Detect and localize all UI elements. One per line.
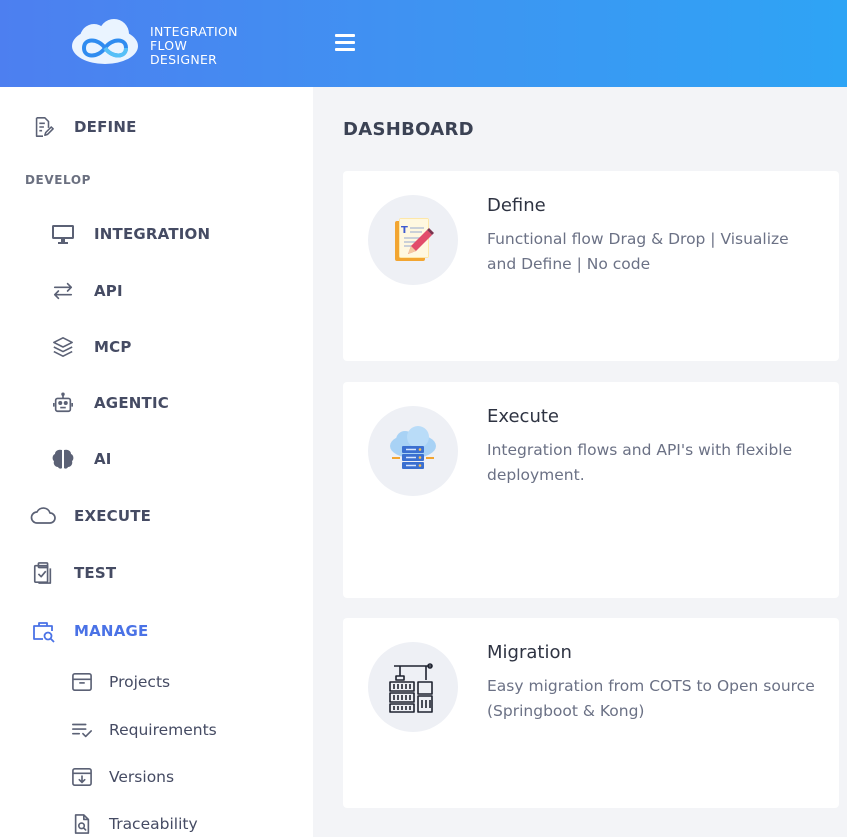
sidebar: DEFINE DEVELOP INTEGRATION API MCP AGENT… xyxy=(0,87,313,837)
sidebar-item-label: EXECUTE xyxy=(74,507,152,525)
section-heading-develop: DEVELOP xyxy=(25,173,92,187)
sidebar-item-label: MCP xyxy=(94,338,132,356)
main-content: DASHBOARD T Define Functional flow Drag … xyxy=(313,87,847,837)
svg-text:T: T xyxy=(401,225,408,236)
sidebar-subitem-label: Projects xyxy=(109,673,171,691)
brand-name: INTEGRATION FLOW DESIGNER xyxy=(150,25,238,67)
brand-line-2: FLOW xyxy=(150,38,188,53)
menu-toggle-icon[interactable] xyxy=(335,34,355,51)
dashboard-card-execute[interactable]: Execute Integration flows and API's with… xyxy=(343,382,839,598)
sidebar-item-mcp[interactable]: MCP xyxy=(50,334,132,360)
card-icon-circle: T xyxy=(368,195,458,285)
brand-line-3: DESIGNER xyxy=(150,52,218,67)
card-title: Execute xyxy=(487,406,559,427)
infinity-cloud-logo-icon[interactable] xyxy=(70,18,140,68)
notepad-pen-icon: T xyxy=(395,218,434,261)
card-icon-circle xyxy=(368,406,458,496)
archive-download-icon xyxy=(70,765,94,789)
arrows-exchange-icon xyxy=(50,278,76,304)
sidebar-item-label: MANAGE xyxy=(74,622,149,640)
card-description: Functional flow Drag & Drop | Visualize … xyxy=(487,230,789,273)
document-edit-icon xyxy=(30,114,56,140)
sidebar-item-define[interactable]: DEFINE xyxy=(30,114,137,140)
sidebar-item-label: AGENTIC xyxy=(94,394,169,412)
sidebar-item-agentic[interactable]: AGENTIC xyxy=(50,390,169,416)
sidebar-subitem-versions[interactable]: Versions xyxy=(70,765,174,789)
dashboard-card-migration[interactable]: Migration Easy migration from COTS to Op… xyxy=(343,618,839,808)
sidebar-item-execute[interactable]: EXECUTE xyxy=(30,503,151,529)
sidebar-item-integration[interactable]: INTEGRATION xyxy=(50,221,210,247)
robot-icon xyxy=(50,390,76,416)
sidebar-subitem-label: Versions xyxy=(109,768,175,786)
sidebar-item-manage[interactable]: MANAGE xyxy=(30,618,148,644)
sidebar-item-label: AI xyxy=(94,450,112,468)
clipboard-check-icon xyxy=(30,560,56,586)
page-title: DASHBOARD xyxy=(343,119,474,140)
card-title: Define xyxy=(487,195,546,216)
archive-box-icon xyxy=(70,670,94,694)
monitor-icon xyxy=(50,221,76,247)
sidebar-item-test[interactable]: TEST xyxy=(30,560,116,586)
list-check-icon xyxy=(70,718,94,742)
top-bar: INTEGRATION FLOW DESIGNER xyxy=(0,0,847,87)
sidebar-item-api[interactable]: API xyxy=(50,278,123,304)
sidebar-subitem-projects[interactable]: Projects xyxy=(70,670,170,694)
sidebar-subitem-traceability[interactable]: Traceability xyxy=(70,812,198,836)
briefcase-search-icon xyxy=(30,618,56,644)
card-title: Migration xyxy=(487,642,572,663)
sidebar-item-label: API xyxy=(94,282,123,300)
sidebar-subitem-label: Requirements xyxy=(109,721,217,739)
dashboard-card-define[interactable]: T Define Functional flow Drag & Drop | V… xyxy=(343,171,839,361)
sidebar-subitem-requirements[interactable]: Requirements xyxy=(70,718,217,742)
sidebar-item-label: TEST xyxy=(74,564,117,582)
cloud-icon xyxy=(30,503,56,529)
brand-line-1: INTEGRATION xyxy=(150,24,238,39)
brain-icon xyxy=(50,446,76,472)
sidebar-item-label: INTEGRATION xyxy=(94,225,211,243)
file-search-icon xyxy=(70,812,94,836)
card-description: Integration flows and API's with flexibl… xyxy=(487,441,793,484)
layers-icon xyxy=(50,334,76,360)
sidebar-item-ai[interactable]: AI xyxy=(50,446,112,472)
container-crane-icon xyxy=(389,663,433,713)
sidebar-item-label: DEFINE xyxy=(74,118,137,136)
sidebar-subitem-label: Traceability xyxy=(109,815,198,833)
cloud-server-icon xyxy=(390,426,436,469)
card-icon-circle xyxy=(368,642,458,732)
card-description: Easy migration from COTS to Open source … xyxy=(487,677,815,720)
